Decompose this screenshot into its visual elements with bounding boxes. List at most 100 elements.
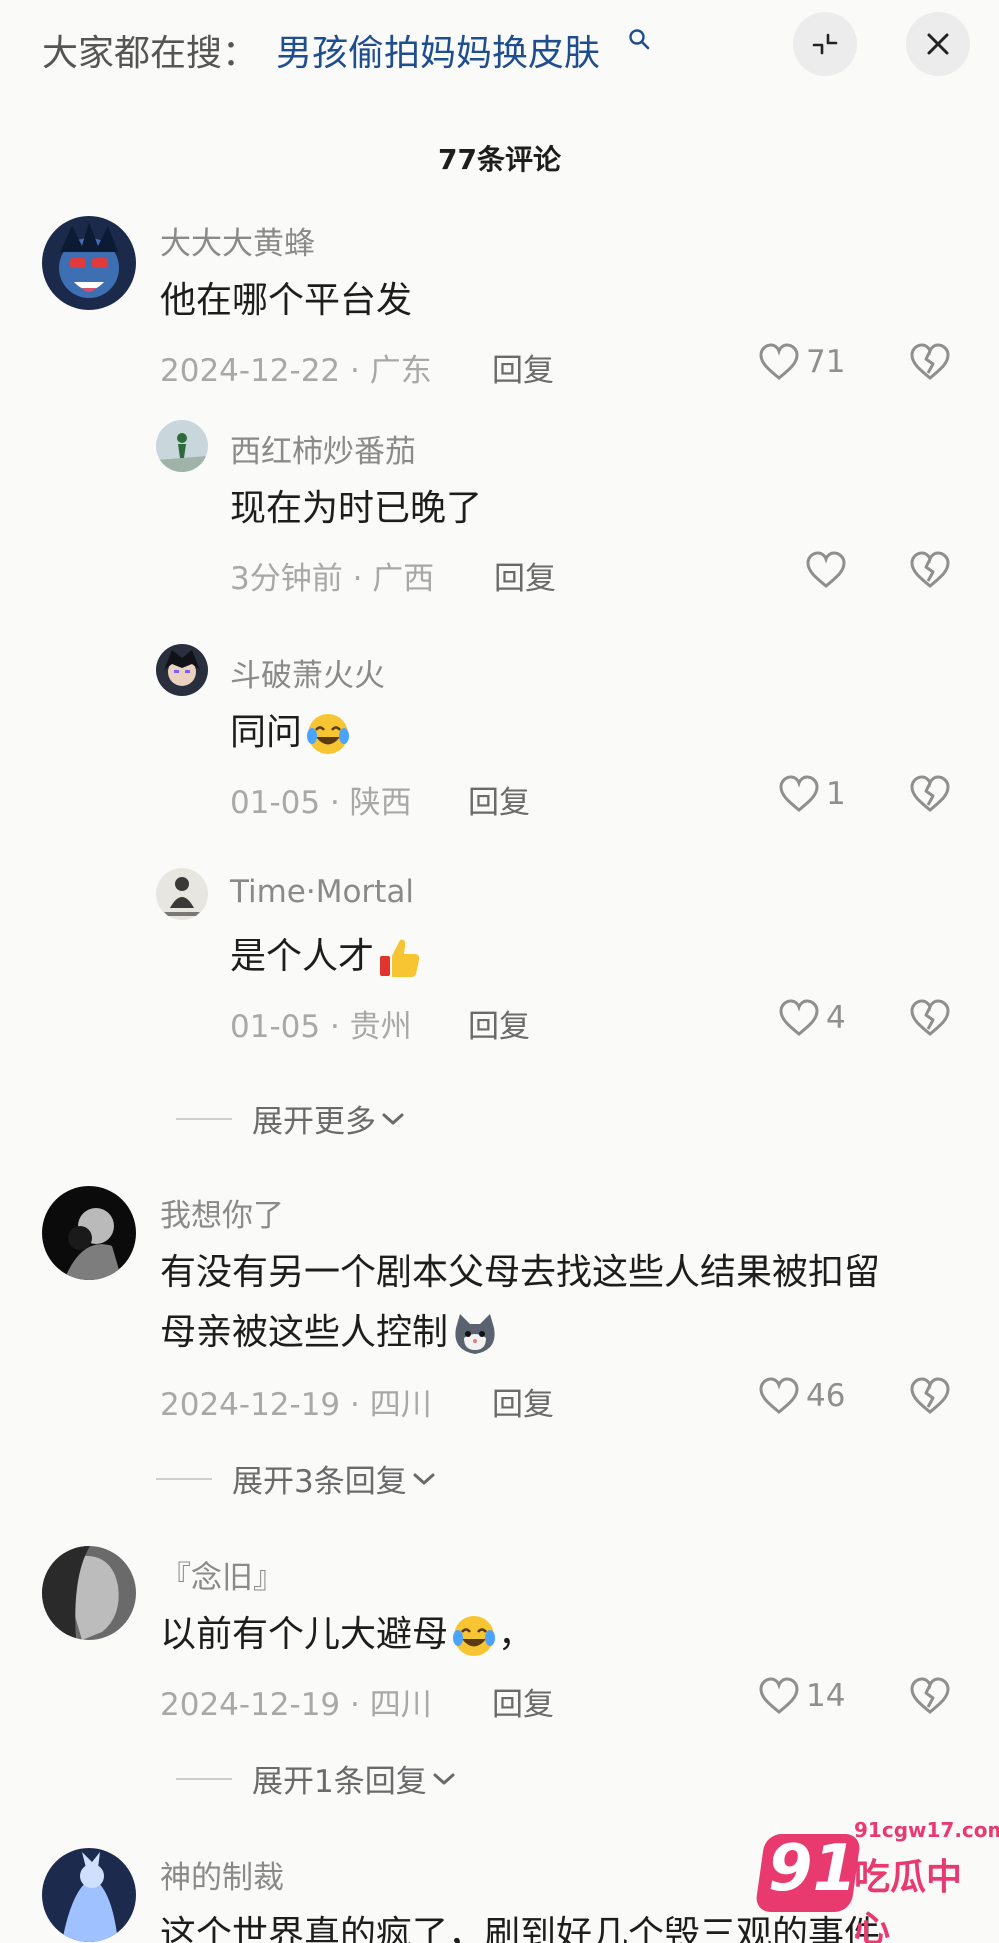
watermark-url: 91cgw17.com — [854, 1818, 999, 1842]
broken-heart-icon[interactable] — [909, 775, 951, 813]
like-button[interactable]: 4 — [778, 999, 846, 1037]
reply-button[interactable]: 回复 — [492, 345, 554, 390]
comment-text: 以前有个儿大避母 ， — [160, 1604, 534, 1666]
like-count: 46 — [806, 1378, 846, 1414]
watermark-number: 91 — [768, 1832, 858, 1906]
comment-text: 他在哪个平台发 — [160, 280, 413, 321]
avatar[interactable] — [156, 868, 208, 920]
broken-heart-icon[interactable] — [909, 1377, 951, 1415]
top-bar: 大家都在搜： 男孩偷拍妈妈换皮肤 — [0, 0, 999, 92]
reply-date: 01-05 — [230, 1009, 321, 1045]
reply-text: 同问 — [230, 702, 352, 764]
search-icon — [629, 29, 650, 50]
comment-username[interactable]: 大大大黄蜂 — [160, 218, 315, 263]
expand-label: 展开3条回复 — [232, 1464, 407, 1500]
reply-username[interactable]: 西红柿炒番茄 — [230, 426, 416, 471]
comment-text-value: 以前有个儿大避母 — [160, 1614, 449, 1655]
like-button[interactable]: 1 — [778, 775, 846, 813]
comment-meta: 2024-12-19 · 四川 — [160, 1687, 432, 1723]
comment-date: 2024-12-19 — [160, 1387, 341, 1423]
like-button[interactable]: 46 — [758, 1377, 845, 1415]
reply-button[interactable]: 回复 — [468, 1001, 530, 1046]
avatar[interactable] — [42, 1186, 136, 1280]
avatar[interactable] — [42, 216, 136, 310]
comment-meta: 2024-12-22 · 广东 — [160, 353, 432, 389]
reply-region: 广西 — [372, 561, 435, 597]
reply-button[interactable]: 回复 — [468, 777, 530, 822]
reply-meta: 3分钟前 · 广西 — [230, 561, 435, 597]
like-count: 1 — [826, 776, 846, 812]
reply-region: 陕西 — [349, 785, 412, 821]
cat-emoji-icon — [455, 1314, 495, 1354]
avatar[interactable] — [156, 420, 208, 472]
expand-replies-button[interactable]: 展开3条回复 — [156, 1456, 437, 1501]
divider-line — [176, 1777, 232, 1780]
search-suggestion-link[interactable]: 男孩偷拍妈妈换皮肤 — [276, 24, 600, 76]
avatar[interactable] — [42, 1848, 136, 1942]
like-button[interactable]: 71 — [758, 343, 845, 381]
comment-region: 四川 — [369, 1687, 432, 1723]
avatar[interactable] — [42, 1546, 136, 1640]
chevron-down-icon — [433, 1773, 455, 1784]
comment-username[interactable]: 『念旧』 — [160, 1552, 284, 1597]
broken-heart-icon[interactable] — [909, 1677, 951, 1715]
reply-text: 是个人才 — [230, 926, 424, 988]
thumbs-up-emoji-icon — [380, 939, 420, 977]
watermark-logo: 91 91cgw17.com 吃瓜中心 — [740, 1810, 999, 1943]
expand-more-button[interactable]: 展开更多 — [176, 1096, 406, 1141]
chevron-down-icon — [413, 1473, 435, 1484]
heart-icon — [779, 775, 819, 812]
like-button[interactable] — [805, 551, 853, 589]
comment-region: 广东 — [369, 353, 432, 389]
reply-username[interactable]: Time·Mortal — [230, 874, 414, 910]
comment-text-value: 母亲被这些人控制 — [160, 1312, 449, 1353]
expand-label: 展开更多 — [252, 1104, 376, 1140]
reply-text: 现在为时已晚了 — [230, 488, 483, 529]
collapse-icon — [812, 33, 838, 55]
heart-icon — [806, 551, 846, 588]
heart-icon — [759, 1677, 799, 1714]
reply-text-value: 同问 — [230, 712, 303, 753]
comment-text-suffix: ， — [498, 1614, 535, 1655]
collapse-button[interactable] — [793, 12, 857, 76]
reply-username[interactable]: 斗破萧火火 — [230, 650, 385, 695]
reply-text-value: 是个人才 — [230, 936, 375, 977]
avatar[interactable] — [156, 644, 208, 696]
reply-meta: 01-05 · 贵州 — [230, 1009, 412, 1045]
broken-heart-icon[interactable] — [909, 999, 951, 1037]
reply-date: 01-05 — [230, 785, 321, 821]
comment-date: 2024-12-19 — [160, 1687, 341, 1723]
like-count: 71 — [806, 344, 846, 380]
expand-label: 展开1条回复 — [252, 1764, 427, 1800]
comment-count-title: 77条评论 — [438, 143, 561, 176]
reply-button[interactable]: 回复 — [492, 1379, 554, 1424]
like-count: 4 — [826, 1000, 846, 1036]
broken-heart-icon[interactable] — [909, 551, 951, 589]
comment-username[interactable]: 神的制裁 — [160, 1852, 284, 1897]
heart-icon — [759, 1377, 799, 1414]
close-button[interactable] — [906, 12, 970, 76]
search-prefix: 大家都在搜： — [42, 33, 259, 74]
reply-region: 贵州 — [349, 1009, 412, 1045]
comment-date: 2024-12-22 — [160, 353, 341, 389]
comment-text-line2: 母亲被这些人控制 — [160, 1302, 500, 1364]
reply-button[interactable]: 回复 — [492, 1679, 554, 1724]
expand-replies-button[interactable]: 展开1条回复 — [176, 1756, 457, 1801]
chevron-down-icon — [382, 1113, 404, 1124]
close-icon — [927, 33, 949, 55]
broken-heart-icon[interactable] — [909, 343, 951, 381]
comment-username[interactable]: 我想你了 — [160, 1190, 284, 1235]
watermark-name: 吃瓜中心 — [854, 1857, 963, 1943]
heart-icon — [779, 999, 819, 1036]
like-count: 14 — [806, 1678, 846, 1714]
laughing-tears-emoji-icon — [307, 714, 350, 754]
reply-date: 3分钟前 — [230, 561, 343, 597]
comment-region: 四川 — [369, 1387, 432, 1423]
like-button[interactable]: 14 — [758, 1677, 845, 1715]
reply-button[interactable]: 回复 — [494, 553, 556, 598]
comment-meta: 2024-12-19 · 四川 — [160, 1387, 432, 1423]
divider-line — [176, 1117, 232, 1120]
laughing-tears-emoji-icon — [453, 1616, 496, 1656]
heart-icon — [759, 343, 799, 380]
divider-line — [156, 1477, 212, 1480]
